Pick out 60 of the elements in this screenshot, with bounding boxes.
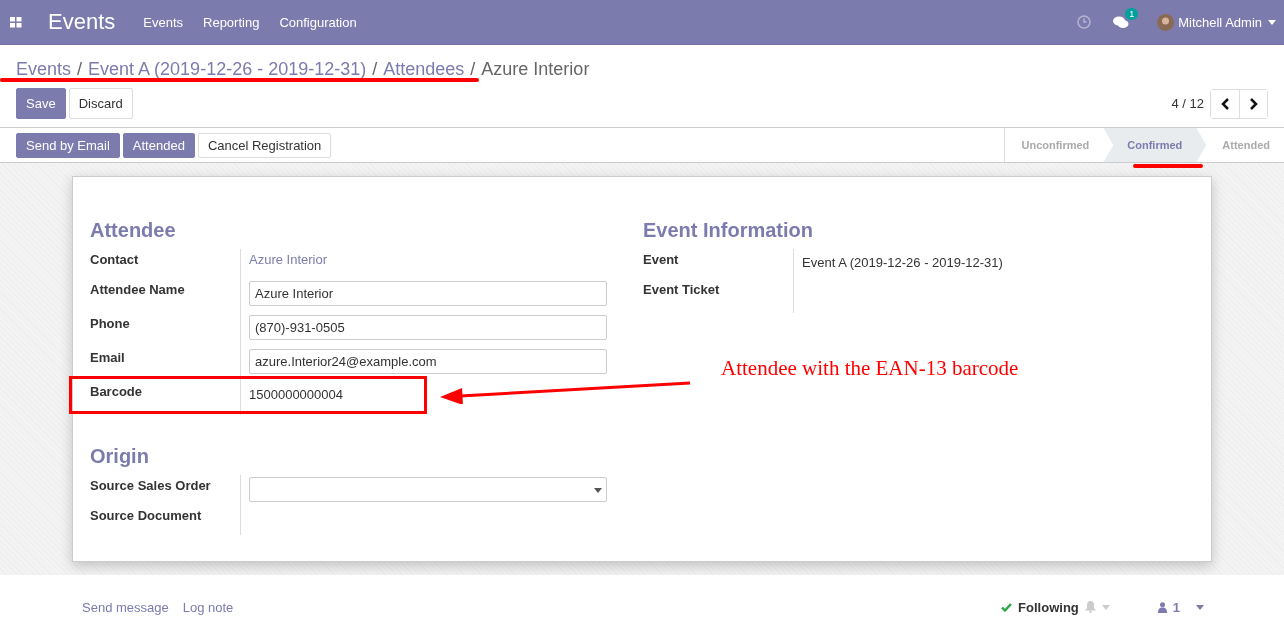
stage-step[interactable]: Unconfirmed bbox=[1005, 128, 1104, 162]
field-label: Source Document bbox=[90, 507, 203, 525]
annotation-text: Attendee with the EAN-13 barcode bbox=[721, 356, 1019, 381]
discard-button[interactable]: Discard bbox=[68, 88, 133, 119]
breadcrumb-current: Azure Interior bbox=[481, 58, 590, 80]
action-button[interactable]: Cancel Registration bbox=[197, 132, 332, 158]
section-title: Event Information bbox=[643, 219, 814, 243]
breadcrumb-link[interactable]: Events bbox=[16, 58, 72, 80]
underline-annotation bbox=[1133, 164, 1203, 168]
field-label: Event bbox=[643, 251, 680, 269]
field-value: 1500000000004 bbox=[249, 386, 343, 402]
input-field[interactable]: azure.Interior24@example.com bbox=[249, 349, 607, 374]
menu-item[interactable]: Configuration bbox=[279, 14, 357, 30]
chevron-left-icon bbox=[1220, 97, 1230, 110]
clock-icon[interactable] bbox=[1077, 15, 1092, 29]
following-button[interactable]: Following bbox=[1018, 599, 1079, 615]
person-icon bbox=[1157, 601, 1167, 613]
field-label: Barcode bbox=[90, 383, 144, 401]
field-label: Attendee Name bbox=[90, 281, 186, 299]
breadcrumb-separator: / bbox=[77, 58, 83, 80]
input-field[interactable]: Azure Interior bbox=[249, 281, 607, 306]
field-value: Event A (2019-12-26 - 2019-12-31) bbox=[802, 254, 1003, 270]
field-label: Event Ticket bbox=[643, 281, 721, 299]
notification-badge: 1 bbox=[1125, 7, 1139, 20]
followers-button[interactable]: 1 bbox=[1172, 599, 1180, 615]
check-icon bbox=[1001, 602, 1013, 612]
next-button[interactable] bbox=[1239, 89, 1267, 118]
caret-icon bbox=[1196, 604, 1204, 610]
field-label: Phone bbox=[90, 315, 131, 333]
breadcrumb-separator: / bbox=[470, 58, 476, 80]
chatter-link[interactable]: Send message bbox=[82, 599, 169, 615]
caret-icon bbox=[1268, 19, 1276, 25]
chat-bubbles-icon[interactable] bbox=[1113, 15, 1130, 29]
stage-step[interactable]: Confirmed bbox=[1103, 128, 1207, 162]
caret-icon bbox=[1101, 604, 1110, 610]
section-title: Origin bbox=[90, 445, 150, 469]
pager-counter: 4 / 12 bbox=[1171, 96, 1204, 111]
breadcrumb-separator: / bbox=[372, 58, 378, 80]
breadcrumb-link[interactable]: Event A (2019-12-26 - 2019-12-31) bbox=[88, 58, 367, 80]
action-button[interactable]: Send by Email bbox=[16, 132, 120, 158]
contact-link[interactable]: Azure Interior bbox=[249, 252, 328, 267]
input-field[interactable]: (870)-931-0505 bbox=[249, 315, 607, 340]
section-title: Attendee bbox=[90, 219, 177, 243]
field-label: Contact bbox=[90, 251, 140, 269]
breadcrumb-link[interactable]: Attendees bbox=[383, 58, 465, 80]
menu-item[interactable]: Events bbox=[143, 14, 183, 30]
caret-icon bbox=[594, 488, 602, 493]
field-label: Source Sales Order bbox=[90, 477, 212, 495]
avatar-icon bbox=[1157, 13, 1175, 31]
chevron-right-icon bbox=[1249, 97, 1258, 110]
chatter-link[interactable]: Log note bbox=[182, 599, 234, 615]
field-label: Email bbox=[90, 349, 126, 367]
menu-item[interactable]: Reporting bbox=[203, 14, 260, 30]
save-button[interactable]: Save bbox=[16, 88, 66, 119]
user-menu[interactable]: Mitchell Admin bbox=[1178, 14, 1262, 30]
action-button[interactable]: Attended bbox=[122, 132, 195, 158]
select-field[interactable] bbox=[249, 477, 607, 502]
stage-step[interactable]: Attended bbox=[1206, 128, 1284, 162]
app-title: Events bbox=[48, 9, 116, 35]
apps-grid-icon[interactable] bbox=[10, 16, 22, 28]
